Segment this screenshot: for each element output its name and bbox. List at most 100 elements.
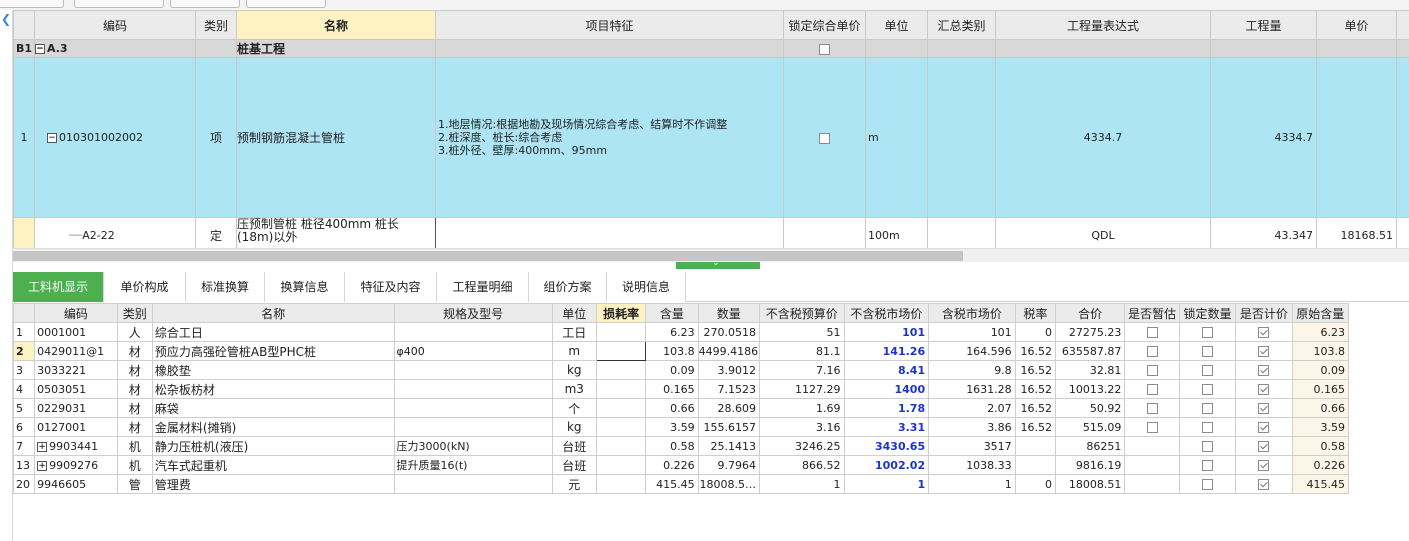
header-content[interactable]: 含量 [645,303,699,323]
is-estimate-checkbox[interactable] [1146,384,1158,395]
resource-name[interactable]: 汽车式起重机 [151,455,395,475]
tax-rate-value[interactable]: 0 [1014,474,1056,494]
is-estimate-checkbox[interactable] [1146,346,1158,357]
is-priced-checkbox[interactable] [1258,441,1270,452]
header-lock-price[interactable]: 锁定综合单价 [783,10,866,40]
resource-unit[interactable]: 个 [551,398,597,418]
tax-market-price[interactable]: 101 [928,322,1016,342]
total-value[interactable]: 635587.87 [1054,341,1126,361]
lock-qty-checkbox[interactable] [1201,327,1213,338]
table-row[interactable]: 5 0229031 材麻袋个 0.66 28.609 1.69 1.78 2.07 16.52 5… [12,398,1350,418]
item-name[interactable]: 预制钢筋混凝土管桩 [236,57,436,218]
resource-code-cell[interactable]: +9909276 [34,455,118,475]
collapse-arrow-icon[interactable]: ❮ [1,13,11,25]
resource-spec[interactable] [393,360,553,380]
lock-qty-checkbox[interactable] [1201,384,1213,395]
header-unit[interactable]: 单位 [865,10,928,40]
quota-category[interactable]: 定 [195,217,237,248]
header-quantity[interactable]: 数量 [697,303,760,323]
resource-name[interactable]: 麻袋 [151,398,395,418]
content-value[interactable]: 103.8 [645,341,699,361]
group-category[interactable] [195,39,237,58]
is-priced-checkbox[interactable] [1258,479,1270,490]
tax-rate-value[interactable]: 16.52 [1014,341,1056,361]
lock-qty-checkbox[interactable] [1201,479,1213,490]
quantity-value[interactable]: 25.1413 [697,436,760,456]
is-priced-checkbox[interactable] [1258,403,1270,414]
tax-market-price[interactable]: 164.596 [928,341,1016,361]
lock-qty-cell[interactable] [1178,417,1237,437]
resource-name[interactable]: 橡胶垫 [151,360,395,380]
is-estimate-cell[interactable] [1124,341,1180,361]
tax-market-price[interactable]: 3.86 [928,417,1016,437]
pretax-market-price[interactable]: 3430.65 [843,436,930,456]
quantity-value[interactable]: 18008.5… [697,474,760,494]
header-is-estimate[interactable]: 是否暂估 [1124,303,1180,323]
resource-category[interactable]: 材 [116,360,153,380]
tax-rate-value[interactable]: 0 [1014,322,1056,342]
collapse-icon[interactable]: − [47,133,57,143]
chevron-down-icon[interactable]: ⌄ [712,258,720,268]
is-priced-checkbox[interactable] [1258,365,1270,376]
table-row[interactable]: 1 0001001 人综合工日 工日 6.23 270.0518 51 101 101 0 2727… [12,322,1350,342]
scrollbar-thumb[interactable] [13,251,963,261]
table-row[interactable]: 4 0503051 材松杂板枋材 m3 0.165 7.1523 1127.29 1400 16… [12,379,1350,399]
header-tax-rate[interactable]: 税率 [1014,303,1056,323]
tax-rate-value[interactable] [1014,436,1056,456]
is-estimate-checkbox[interactable] [1146,365,1158,376]
toolbar-tab-2[interactable] [74,0,164,8]
loss-rate-input[interactable] [595,474,647,494]
table-row[interactable]: 6 0127001 材金属材料(摊销) kg 3.59 155.6157 3.16 3.31 3… [12,417,1350,437]
total-value[interactable]: 10013.22 [1054,379,1126,399]
loss-rate-input[interactable] [595,379,647,399]
pretax-budget-price[interactable]: 3246.25 [758,436,845,456]
is-priced-checkbox[interactable] [1258,327,1270,338]
is-priced-cell[interactable] [1235,360,1293,380]
resource-category[interactable]: 机 [116,436,153,456]
header-name[interactable]: 名称 [151,303,395,323]
group-name[interactable]: 桩基工程 [236,39,436,58]
header-tax-market[interactable]: 含税市场价 [928,303,1016,323]
is-priced-cell[interactable] [1235,398,1293,418]
quota-unit[interactable]: 100m [865,217,928,248]
resource-unit[interactable]: 元 [551,474,597,494]
resource-code-cell[interactable]: 3033221 [34,360,118,380]
panel-splitter[interactable]: ⌄ [676,258,760,269]
content-value[interactable]: 0.226 [645,455,699,475]
resource-category[interactable]: 材 [116,417,153,437]
resource-unit[interactable]: m [551,341,597,361]
header-qty-expr[interactable]: 工程量表达式 [995,10,1211,40]
loss-rate-input[interactable] [595,322,647,342]
is-priced-cell[interactable] [1235,436,1293,456]
resource-code-cell[interactable]: 0127001 [34,417,118,437]
tax-market-price[interactable]: 3517 [928,436,1016,456]
resource-unit[interactable]: 台班 [551,455,597,475]
quota-features[interactable] [435,217,784,248]
resource-category[interactable]: 材 [116,379,153,399]
tax-rate-value[interactable]: 16.52 [1014,360,1056,380]
total-value[interactable]: 50.92 [1054,398,1126,418]
total-value[interactable]: 18008.51 [1054,474,1126,494]
lock-qty-checkbox[interactable] [1201,365,1213,376]
header-spec[interactable]: 规格及型号 [393,303,553,323]
tax-market-price[interactable]: 1631.28 [928,379,1016,399]
quota-name[interactable]: 压预制管桩 桩径400mm 桩长(18m)以外 [236,217,436,248]
tax-market-price[interactable]: 2.07 [928,398,1016,418]
loss-rate-input[interactable] [595,417,647,437]
table-row[interactable]: 7 +9903441 机静力压桩机(液压) 压力3000(kN) 台班 0.58 25.14… [12,436,1350,456]
table-row[interactable]: 20 9946605 管管理费元 415.45 18008.5… 1 1 1 0 18008.51… [12,474,1350,494]
header-pretax-budget[interactable]: 不含税预算价 [758,303,845,323]
tax-market-price[interactable]: 9.8 [928,360,1016,380]
tab-standard-conversion[interactable]: 标准换算 [186,272,265,302]
pretax-market-price[interactable]: 1 [843,474,930,494]
header-code[interactable]: 编码 [34,303,118,323]
tab-pricing-plan[interactable]: 组价方案 [529,272,607,302]
item-unit-price[interactable] [1316,57,1397,218]
header-lock-qty[interactable]: 锁定数量 [1178,303,1237,323]
item-lock-cell[interactable] [783,57,866,218]
tab-quantity-details[interactable]: 工程量明细 [437,272,529,302]
lock-qty-checkbox[interactable] [1201,460,1213,471]
header-qty[interactable]: 工程量 [1210,10,1317,40]
header-summary-category[interactable]: 汇总类别 [927,10,996,40]
quantity-value[interactable]: 28.609 [697,398,760,418]
